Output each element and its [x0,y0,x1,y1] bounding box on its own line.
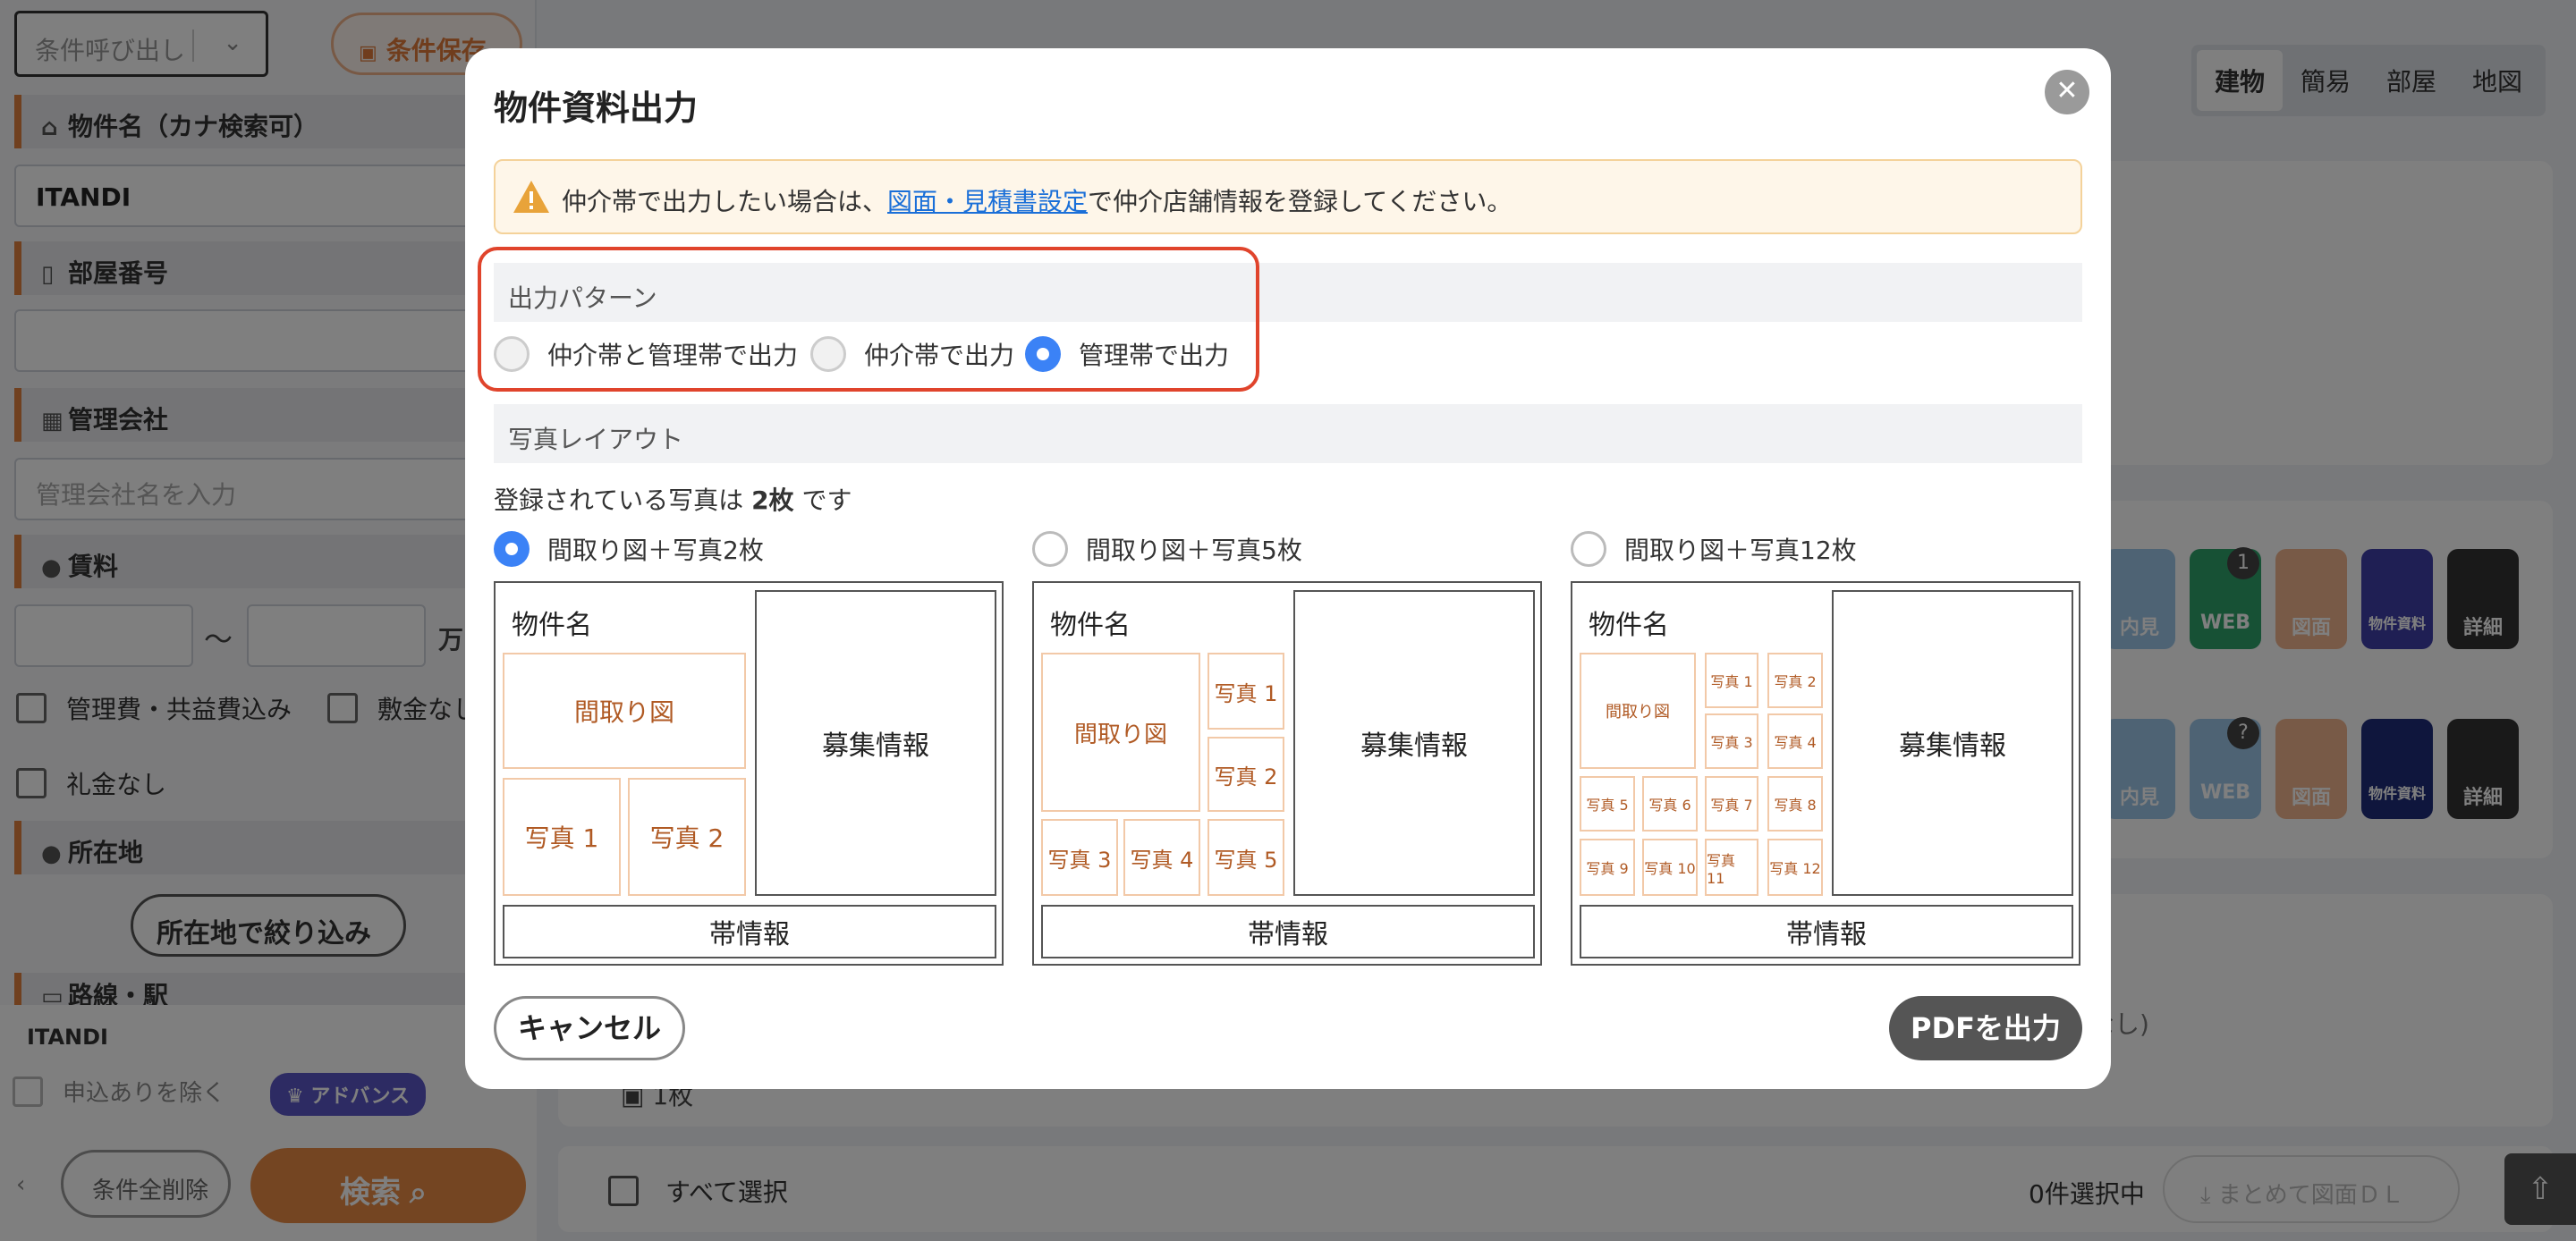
preview-recruitment-info: 募集情報 [755,590,996,896]
export-materials-modal: 物件資料出力 ✕ 仲介帯で出力したい場合は、図面・見積書設定で仲介店舗情報を登録… [465,48,2111,1089]
preview-photo: 写真 2 [1208,737,1284,812]
radio-layout-5-photos[interactable]: 間取り図＋写真5枚 [1032,531,1302,567]
close-icon: ✕ [2055,75,2079,106]
preview-property-name: 物件名 [1050,610,1131,641]
preview-photo: 写真 7 [1705,776,1758,832]
preview-property-name: 物件名 [1589,610,1669,641]
preview-recruitment-info: 募集情報 [1832,590,2073,896]
notice-banner: 仲介帯で出力したい場合は、図面・見積書設定で仲介店舗情報を登録してください。 [494,159,2082,234]
radio-label: 間取り図＋写真12枚 [1624,536,1857,565]
radio-dot [494,531,530,567]
radio-dot [1571,531,1606,567]
layout-preview-5-photos[interactable]: 物件名 間取り図 写真 1 写真 2 写真 3 写真 4 写真 5 募集情報 帯… [1032,581,1542,966]
radio-layout-2-photos[interactable]: 間取り図＋写真2枚 [494,531,764,567]
registered-photos-count: 2枚 [751,485,794,515]
modal-title: 物件資料出力 [494,89,699,128]
preview-photo: 写真 3 [1705,713,1758,769]
registered-photos-prefix: 登録されている写真は [494,485,752,515]
cancel-button[interactable]: キャンセル [494,996,685,1060]
preview-floorplan: 間取り図 [503,653,746,769]
layout-preview-12-photos[interactable]: 物件名 間取り図 写真 1 写真 2 写真 3 写真 4 写真 5 写真 6 写… [1571,581,2080,966]
close-button[interactable]: ✕ [2045,70,2089,114]
preview-band-info: 帯情報 [1041,905,1535,958]
preview-photo: 写真 2 [1767,653,1823,708]
preview-photo: 写真 8 [1767,776,1823,832]
preview-photo: 写真 1 [1208,653,1284,730]
preview-photo: 写真 6 [1642,776,1698,832]
preview-photo: 写真 5 [1208,819,1284,896]
preview-photo: 写真 5 [1580,776,1635,832]
radio-label: 間取り図＋写真2枚 [547,536,764,565]
layout-preview-2-photos[interactable]: 物件名 間取り図 写真 1 写真 2 募集情報 帯情報 [494,581,1004,966]
notice-text-suffix: で仲介店舗情報を登録してください。 [1088,187,1513,216]
preview-floorplan: 間取り図 [1041,653,1200,812]
preview-photo: 写真 4 [1767,713,1823,769]
registered-photos-text: 登録されている写真は 2枚 です [494,481,852,517]
highlight-annotation [478,247,1259,392]
export-pdf-button[interactable]: PDFを出力 [1889,996,2082,1060]
preview-photo: 写真 11 [1705,839,1758,896]
warning-icon [513,181,549,213]
preview-photo: 写真 12 [1767,839,1823,896]
preview-recruitment-info: 募集情報 [1293,590,1535,896]
photo-layout-heading: 写真レイアウト [494,404,2082,463]
preview-floorplan: 間取り図 [1580,653,1696,769]
preview-photo: 写真 1 [503,778,621,896]
preview-photo: 写真 4 [1123,819,1200,896]
radio-label: 間取り図＋写真5枚 [1086,536,1302,565]
settings-link[interactable]: 図面・見積書設定 [887,187,1088,216]
preview-photo: 写真 1 [1705,653,1758,708]
radio-layout-12-photos[interactable]: 間取り図＋写真12枚 [1571,531,1857,567]
preview-property-name: 物件名 [512,610,592,641]
preview-band-info: 帯情報 [503,905,996,958]
preview-photo: 写真 10 [1642,839,1698,896]
preview-band-info: 帯情報 [1580,905,2073,958]
registered-photos-suffix: です [793,485,852,515]
radio-dot [1032,531,1068,567]
preview-photo: 写真 9 [1580,839,1635,896]
preview-photo: 写真 2 [628,778,746,896]
preview-photo: 写真 3 [1041,819,1118,896]
notice-text-prefix: 仲介帯で出力したい場合は、 [562,187,888,216]
